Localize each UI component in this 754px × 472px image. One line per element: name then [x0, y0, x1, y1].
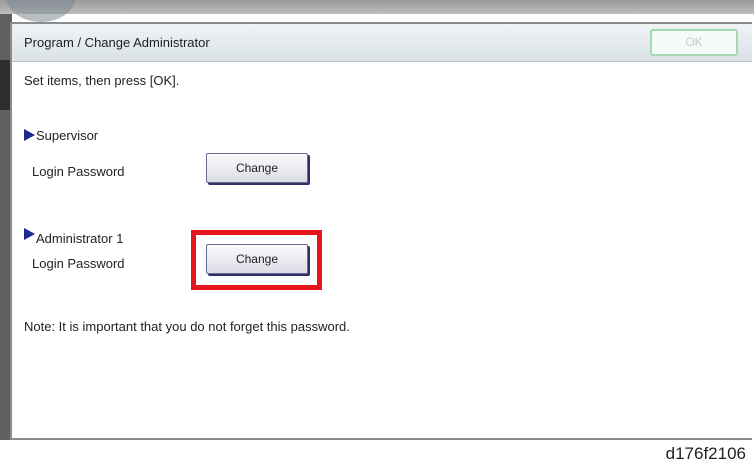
section-administrator-1-heading: Administrator 1: [24, 228, 123, 246]
right-triangle-icon: [24, 228, 35, 240]
ok-button[interactable]: OK: [650, 29, 738, 56]
section-supervisor-heading: Supervisor: [24, 128, 98, 143]
stage: Program / Change Administrator OK Set it…: [0, 0, 754, 472]
supervisor-login-password-label: Login Password: [32, 164, 125, 179]
top-strip: [0, 0, 754, 14]
supervisor-change-button[interactable]: Change: [206, 153, 308, 183]
section-administrator-1-label: Administrator 1: [36, 231, 124, 246]
note-text: Note: It is important that you do not fo…: [24, 319, 350, 334]
right-triangle-icon: [24, 129, 35, 141]
dialog-title: Program / Change Administrator: [24, 35, 210, 50]
instruction-text: Set items, then press [OK].: [24, 73, 180, 88]
figure-caption: d176f2106: [665, 444, 746, 463]
title-bar: Program / Change Administrator OK: [12, 24, 752, 62]
administrator-1-login-password-label: Login Password: [32, 256, 125, 271]
dialog-screen: Program / Change Administrator OK Set it…: [10, 22, 752, 440]
section-supervisor-label: Supervisor: [36, 128, 99, 143]
highlight-box: [191, 230, 322, 290]
corner-circle-decoration: [6, 0, 76, 22]
